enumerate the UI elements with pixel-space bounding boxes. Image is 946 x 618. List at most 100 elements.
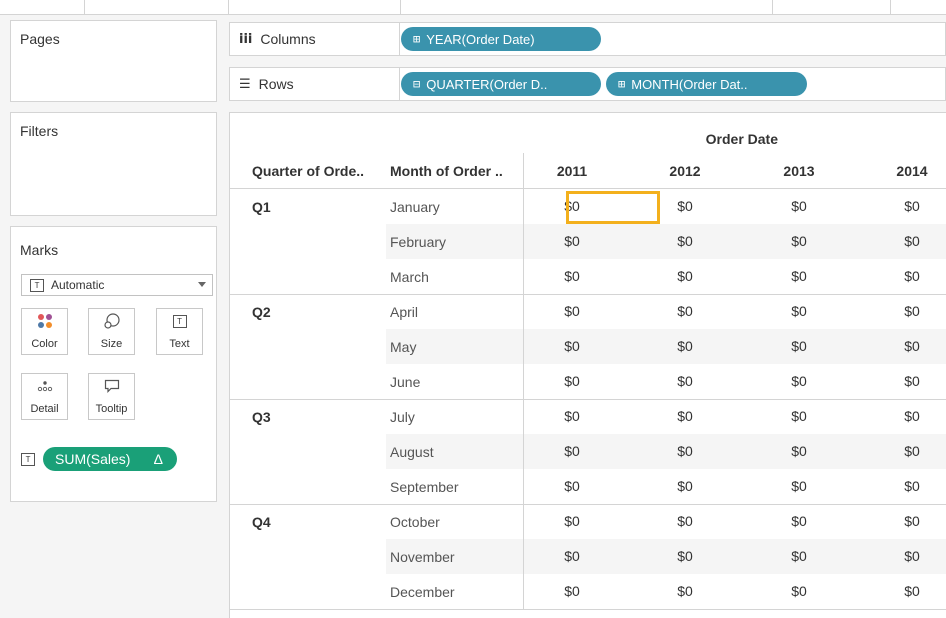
text-mark-icon: T — [30, 278, 44, 292]
year-order-date-pill[interactable]: ⊞ YEAR(Order Date) — [401, 27, 601, 51]
sales-cell[interactable]: $0 — [864, 373, 946, 389]
sales-cell[interactable]: $0 — [864, 513, 946, 529]
quarter-divider — [230, 504, 946, 505]
text-button[interactable]: T Text — [156, 308, 203, 355]
quarter-pill-label: QUARTER(Order D.. — [426, 76, 548, 92]
sales-cell[interactable]: $0 — [524, 268, 620, 284]
sales-cell[interactable]: $0 — [637, 303, 733, 319]
sales-cell[interactable]: $0 — [751, 548, 847, 564]
quarter-column-header[interactable]: Quarter of Orde.. — [252, 163, 364, 187]
sales-cell[interactable]: $0 — [637, 338, 733, 354]
sales-cell[interactable]: $0 — [864, 303, 946, 319]
month-column-header[interactable]: Month of Order .. — [390, 163, 503, 187]
month-label[interactable]: September — [390, 479, 458, 495]
sales-cell[interactable]: $0 — [751, 373, 847, 389]
month-label[interactable]: May — [390, 339, 416, 355]
sales-cell[interactable]: $0 — [637, 583, 733, 599]
sales-cell[interactable]: $0 — [637, 443, 733, 459]
sales-cell[interactable]: $0 — [751, 478, 847, 494]
year-header[interactable]: 2014 — [864, 163, 946, 187]
month-label[interactable]: June — [390, 374, 420, 390]
year-header[interactable]: 2011 — [524, 163, 620, 187]
sum-sales-label: SUM(Sales) — [55, 451, 131, 467]
text-label: Text — [169, 338, 190, 350]
sales-cell[interactable]: $0 — [637, 478, 733, 494]
mark-type-dropdown[interactable]: T Automatic — [21, 274, 213, 296]
strip-divider — [772, 0, 773, 14]
sales-cell[interactable]: $0 — [864, 198, 946, 214]
sales-cell[interactable]: $0 — [864, 478, 946, 494]
sales-cell[interactable]: $0 — [637, 548, 733, 564]
size-button[interactable]: Size — [88, 308, 135, 355]
month-label[interactable]: December — [390, 584, 455, 600]
marks-card: Marks T Automatic Color Size T Text Deta… — [10, 226, 217, 502]
sales-cell[interactable]: $0 — [524, 513, 620, 529]
sales-cell[interactable]: $0 — [864, 548, 946, 564]
sales-cell[interactable]: $0 — [751, 198, 847, 214]
pages-card[interactable]: Pages — [10, 20, 217, 102]
pages-title: Pages — [20, 31, 60, 47]
quarter-divider — [230, 399, 946, 400]
sales-cell[interactable]: $0 — [751, 408, 847, 424]
sales-cell[interactable]: $0 — [524, 408, 620, 424]
sales-cell[interactable]: $0 — [524, 443, 620, 459]
sales-cell[interactable]: $0 — [637, 268, 733, 284]
quarter-label[interactable]: Q1 — [252, 199, 271, 215]
month-label[interactable]: February — [390, 234, 446, 250]
color-button[interactable]: Color — [21, 308, 68, 355]
sales-cell[interactable]: $0 — [751, 303, 847, 319]
quarter-order-date-pill[interactable]: ⊟ QUARTER(Order D.. — [401, 72, 601, 96]
tooltip-button[interactable]: Tooltip — [88, 373, 135, 420]
sales-cell[interactable]: $0 — [864, 408, 946, 424]
rows-shelf[interactable]: ☰ Rows ⊟ QUARTER(Order D.. ⊞ MONTH(Order… — [229, 67, 946, 101]
sales-cell[interactable]: $0 — [524, 583, 620, 599]
month-label[interactable]: April — [390, 304, 418, 320]
sales-cell[interactable]: $0 — [524, 478, 620, 494]
year-header[interactable]: 2013 — [751, 163, 847, 187]
month-order-date-pill[interactable]: ⊞ MONTH(Order Dat.. — [606, 72, 807, 96]
sales-cell[interactable]: $0 — [864, 338, 946, 354]
tooltip-icon — [89, 374, 134, 398]
sum-sales-pill[interactable]: SUM(Sales) Δ — [43, 447, 177, 471]
view-area[interactable]: Order Date Quarter of Orde.. Month of Or… — [229, 112, 946, 618]
rows-shelf-label: ☰ Rows — [230, 68, 400, 100]
month-label[interactable]: October — [390, 514, 440, 530]
sales-cell[interactable]: $0 — [637, 408, 733, 424]
month-label[interactable]: August — [390, 444, 434, 460]
sales-cell[interactable]: $0 — [524, 338, 620, 354]
sales-cell[interactable]: $0 — [864, 268, 946, 284]
sales-cell[interactable]: $0 — [864, 443, 946, 459]
marks-title: Marks — [20, 242, 59, 258]
sales-cell[interactable]: $0 — [637, 198, 733, 214]
columns-shelf[interactable]: iii Columns ⊞ YEAR(Order Date) — [229, 22, 946, 56]
sales-cell[interactable]: $0 — [637, 373, 733, 389]
year-header[interactable]: 2012 — [637, 163, 733, 187]
sales-cell[interactable]: $0 — [524, 548, 620, 564]
detail-button[interactable]: Detail — [21, 373, 68, 420]
sales-cell[interactable]: $0 — [751, 513, 847, 529]
month-label[interactable]: January — [390, 199, 440, 215]
sales-cell[interactable]: $0 — [751, 233, 847, 249]
sales-cell[interactable]: $0 — [751, 583, 847, 599]
sales-cell[interactable]: $0 — [864, 583, 946, 599]
month-label[interactable]: November — [390, 549, 455, 565]
sales-cell[interactable]: $0 — [524, 233, 620, 249]
sales-cell[interactable]: $0 — [524, 373, 620, 389]
quarter-label[interactable]: Q2 — [252, 304, 271, 320]
sales-cell[interactable]: $0 — [524, 303, 620, 319]
sales-cell[interactable]: $0 — [637, 233, 733, 249]
month-label[interactable]: March — [390, 269, 429, 285]
sales-cell[interactable]: $0 — [751, 268, 847, 284]
filters-card[interactable]: Filters — [10, 112, 217, 216]
quarter-label[interactable]: Q4 — [252, 514, 271, 530]
delta-icon: Δ — [153, 451, 163, 467]
strip-divider — [890, 0, 891, 14]
month-label[interactable]: July — [390, 409, 415, 425]
sales-cell[interactable]: $0 — [751, 443, 847, 459]
columns-label: Columns — [260, 31, 316, 47]
quarter-label[interactable]: Q3 — [252, 409, 271, 425]
sales-cell[interactable]: $0 — [751, 338, 847, 354]
sales-cell[interactable]: $0 — [864, 233, 946, 249]
detail-icon — [22, 374, 67, 398]
sales-cell[interactable]: $0 — [637, 513, 733, 529]
